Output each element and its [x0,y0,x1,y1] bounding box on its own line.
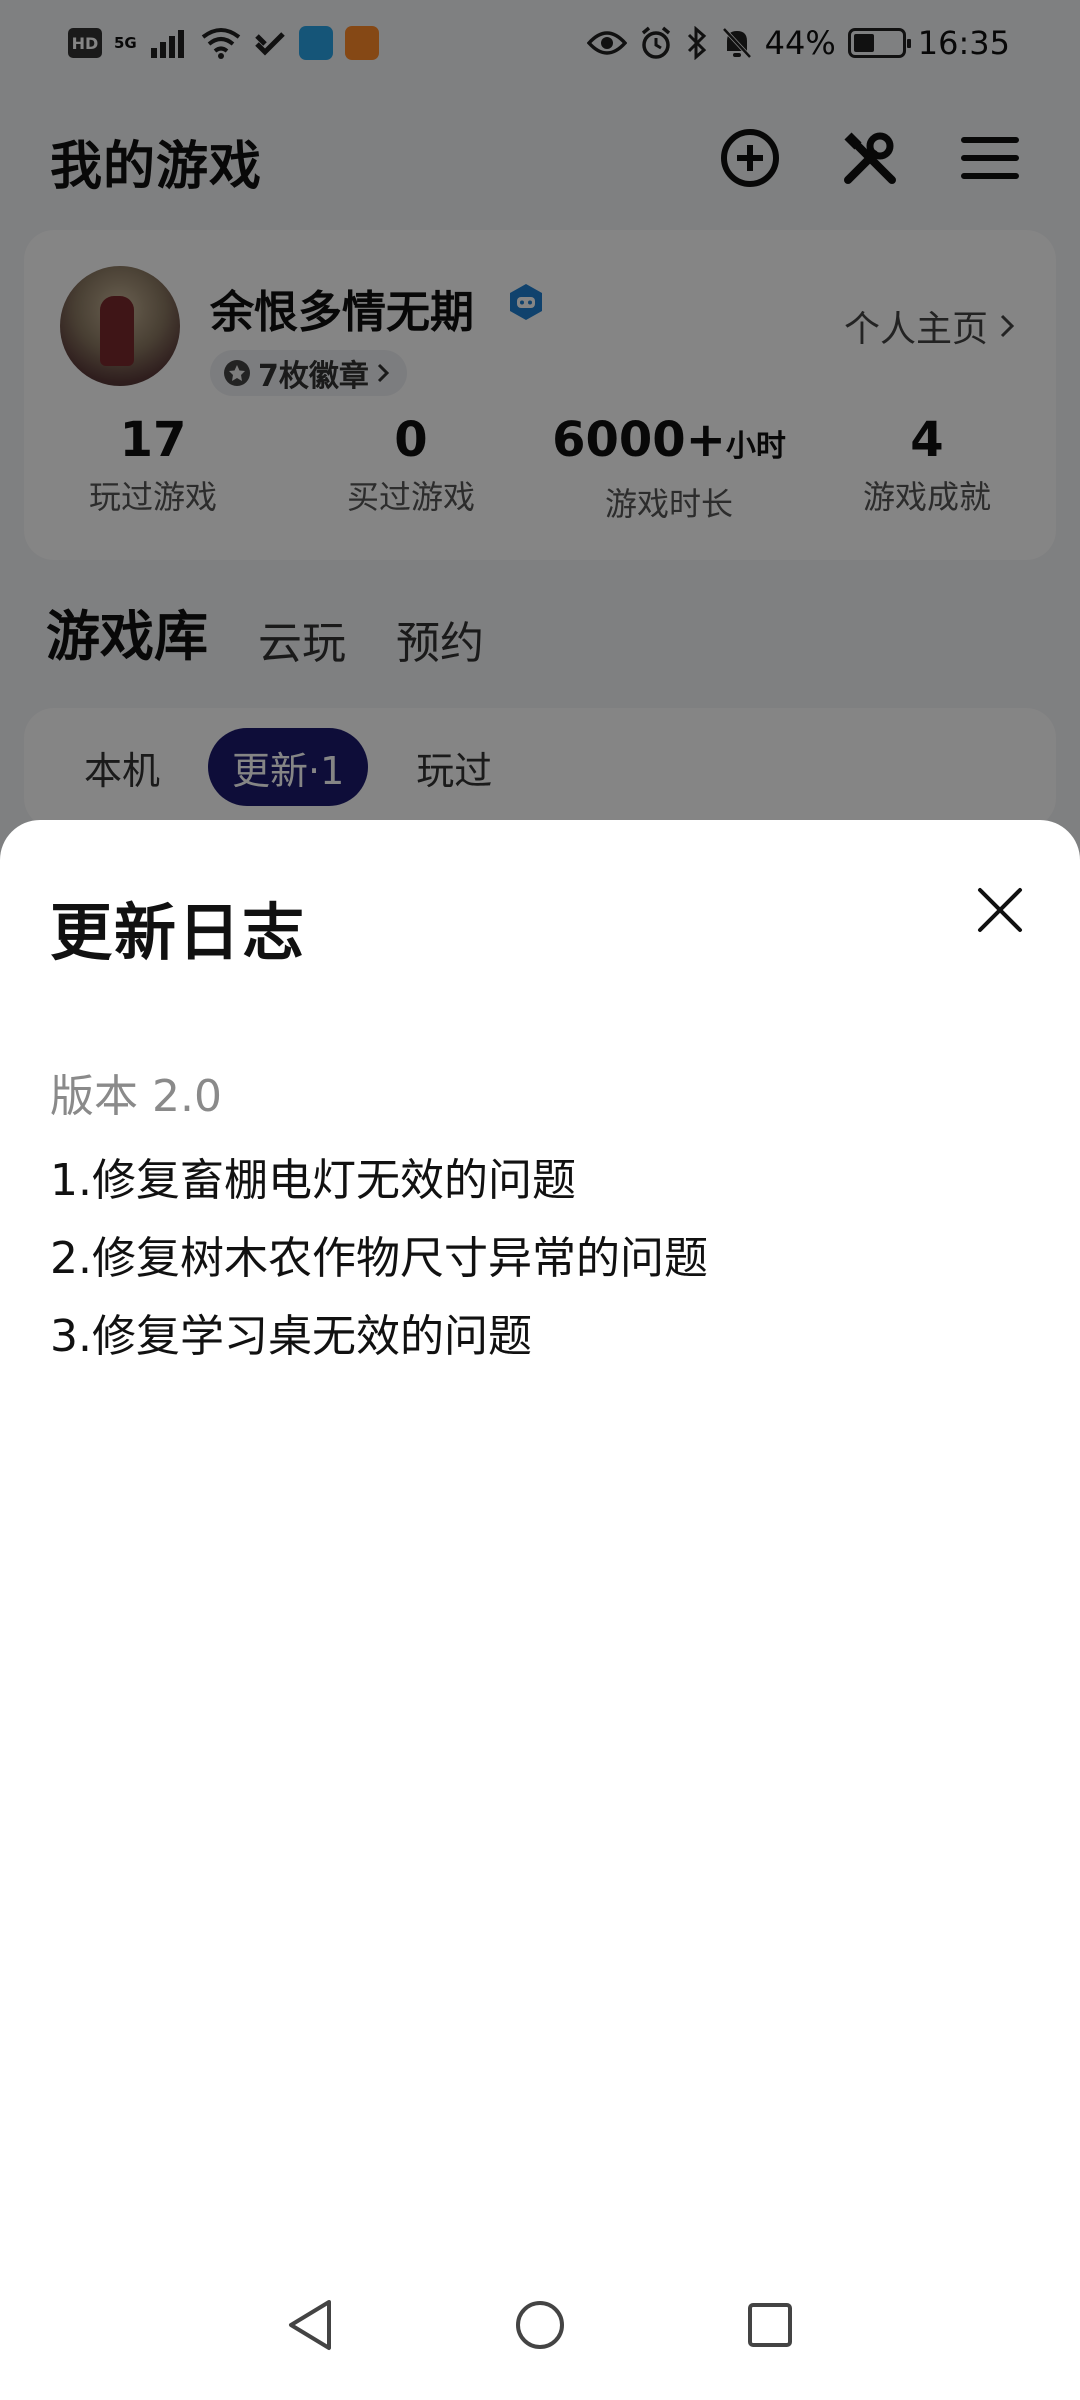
nav-recents-button[interactable] [740,2295,800,2355]
changelog-item: 2.修复树木农作物尺寸异常的问题 [50,1233,708,1284]
system-nav-bar [0,2280,1080,2400]
recents-square-icon [748,2303,792,2347]
close-icon [978,888,1022,932]
nav-home-button[interactable] [510,2295,570,2355]
home-circle-icon [516,2301,564,2349]
back-triangle-icon [289,2300,331,2350]
close-button[interactable] [970,880,1030,940]
changelog-list: 1.修复畜棚电灯无效的问题 2.修复树木农作物尺寸异常的问题 3.修复学习桌无效… [50,1142,708,1376]
nav-back-button[interactable] [280,2295,340,2355]
changelog-sheet: 更新日志 版本 2.0 1.修复畜棚电灯无效的问题 2.修复树木农作物尺寸异常的… [0,820,1080,2400]
version-label: 版本 2.0 [50,1071,222,1122]
changelog-item: 1.修复畜棚电灯无效的问题 [50,1155,576,1206]
sheet-title: 更新日志 [50,896,307,969]
changelog-item: 3.修复学习桌无效的问题 [50,1311,532,1362]
